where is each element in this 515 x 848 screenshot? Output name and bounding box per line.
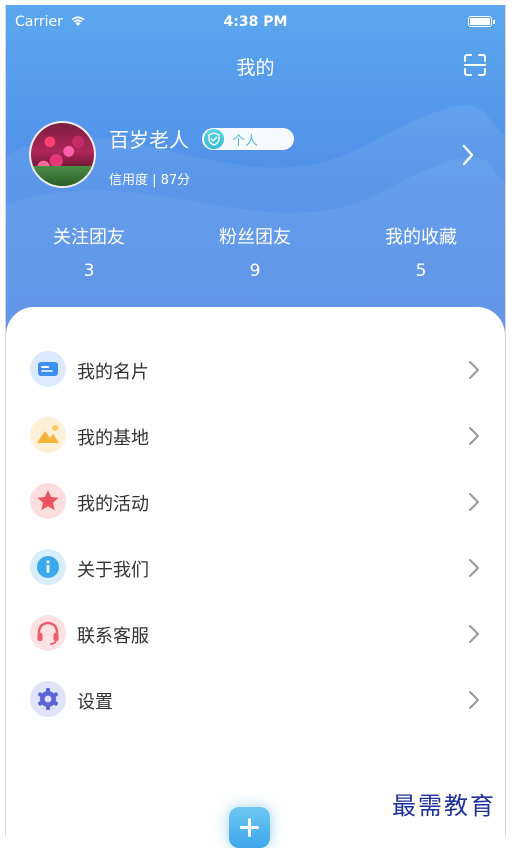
badge-label: 个人: [232, 134, 259, 149]
stat-value: 9: [249, 261, 261, 281]
chevron-right-icon: [469, 427, 479, 445]
stat-label: 我的收藏: [385, 227, 457, 248]
chevron-right-icon: [469, 625, 479, 643]
chevron-right-icon: [462, 144, 474, 166]
status-bar: Carrier 4:38 PM: [6, 5, 505, 39]
info-icon: [30, 549, 66, 585]
stat-value: 3: [83, 261, 95, 281]
chevron-right-icon: [469, 691, 479, 709]
headset-icon: [30, 615, 66, 651]
star-icon: [30, 483, 66, 519]
mountain-base-icon: [30, 417, 66, 453]
profile-card[interactable]: 百岁老人 个人 信用度 | 87分: [29, 121, 489, 193]
avatar[interactable]: [29, 121, 96, 188]
menu-item-business-card[interactable]: 我的名片: [6, 338, 505, 404]
stat-followers[interactable]: 粉丝团友 9: [172, 223, 338, 281]
menu-label: 设置: [77, 692, 113, 713]
credit-score: 信用度 | 87分: [109, 173, 191, 188]
watermark: 最需教育: [392, 792, 496, 820]
menu-label: 联系客服: [77, 626, 149, 647]
menu-card: 我的名片 我的基地 我的活动 关于我们 联系客服 设置: [6, 307, 505, 836]
add-button[interactable]: [229, 807, 270, 848]
phone-screen: Carrier 4:38 PM 我的 百岁老人 个人 信用度 | 87分 关注团…: [5, 5, 506, 836]
menu-item-customer-service[interactable]: 联系客服: [6, 602, 505, 668]
menu-label: 我的基地: [77, 428, 149, 449]
menu-item-my-activities[interactable]: 我的活动: [6, 470, 505, 536]
menu-label: 关于我们: [77, 560, 149, 581]
stat-favorites[interactable]: 我的收藏 5: [338, 223, 504, 281]
stat-value: 5: [415, 261, 427, 281]
battery-icon: [468, 16, 495, 27]
gear-icon: [30, 681, 66, 717]
scan-icon[interactable]: [462, 52, 488, 78]
status-time: 4:38 PM: [223, 14, 288, 30]
menu-label: 我的名片: [77, 362, 149, 383]
menu-label: 我的活动: [77, 494, 149, 515]
stat-label: 粉丝团友: [219, 227, 291, 248]
chevron-right-icon: [469, 361, 479, 379]
menu-item-about-us[interactable]: 关于我们: [6, 536, 505, 602]
stat-label: 关注团友: [53, 227, 125, 248]
stats-row: 关注团友 3 粉丝团友 9 我的收藏 5: [6, 223, 505, 293]
shield-icon: [204, 129, 224, 149]
chevron-right-icon: [469, 559, 479, 577]
business-card-icon: [30, 351, 66, 387]
menu-item-my-base[interactable]: 我的基地: [6, 404, 505, 470]
identity-badge: 个人: [202, 128, 294, 150]
user-name: 百岁老人: [109, 128, 189, 152]
page-title: 我的: [236, 57, 275, 79]
stat-following[interactable]: 关注团友 3: [6, 223, 172, 281]
chevron-right-icon: [469, 493, 479, 511]
profile-header: Carrier 4:38 PM 我的 百岁老人 个人 信用度 | 87分 关注团…: [6, 5, 505, 350]
menu-item-settings[interactable]: 设置: [6, 668, 505, 734]
